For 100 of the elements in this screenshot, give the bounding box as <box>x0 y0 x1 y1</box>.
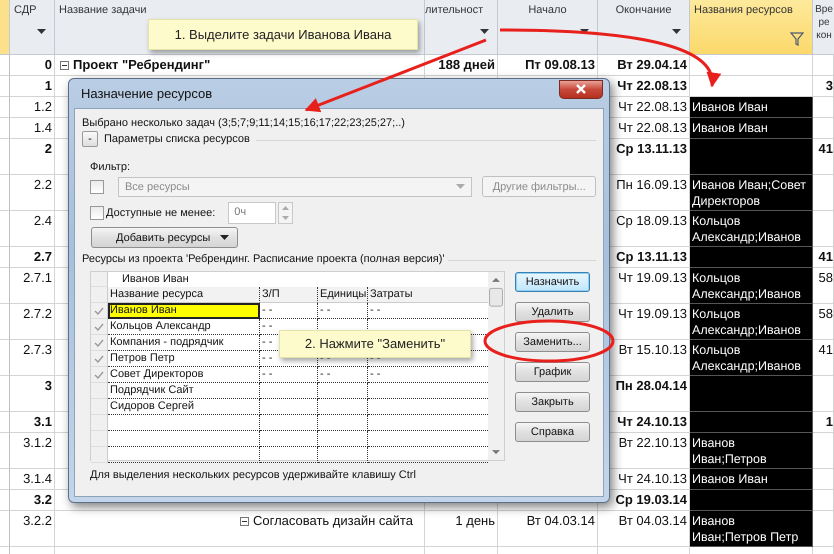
section-label: Параметры списка ресурсов <box>104 133 250 145</box>
table-cell: - - <box>318 367 368 383</box>
table-cell[interactable]: Кольцов Александр <box>108 319 260 335</box>
column-header[interactable]: Единицы <box>318 287 368 303</box>
table-cell: 3.1.4 <box>10 469 55 490</box>
table-cell[interactable] <box>690 490 813 511</box>
table-cell: Вт 29.04.14 <box>598 55 690 76</box>
table-cell: 2.4 <box>10 211 55 247</box>
row-header[interactable] <box>91 383 108 399</box>
table-cell: 3 <box>10 376 55 412</box>
table-cell <box>813 469 834 490</box>
dialog-button[interactable]: Назначить <box>515 272 590 292</box>
dialog-button[interactable]: Удалить <box>515 302 590 322</box>
table-cell[interactable]: Кольцов Александр;Иванов <box>690 304 813 340</box>
column-header[interactable]: Начало <box>498 0 598 54</box>
table-cell[interactable]: Иванов Иван;Петров <box>690 433 813 469</box>
row-header[interactable] <box>91 335 108 351</box>
row-header[interactable] <box>91 303 108 319</box>
table-cell <box>813 97 834 118</box>
table-cell[interactable] <box>690 139 813 175</box>
row-header[interactable] <box>0 139 10 175</box>
table-cell[interactable] <box>690 247 813 268</box>
row-header[interactable] <box>91 399 108 415</box>
table-cell: Пт 09.08.13 <box>498 55 598 76</box>
close-button[interactable] <box>559 80 603 98</box>
table-cell: 3.1.2 <box>10 433 55 469</box>
table-cell[interactable]: Кольцов Александр;Иванов <box>690 340 813 376</box>
dialog-button[interactable]: Справка <box>515 422 590 442</box>
table-cell: 3.2.2 <box>10 511 55 547</box>
dialog-button[interactable]: Заменить... <box>515 332 590 352</box>
row-header[interactable] <box>0 340 10 376</box>
table-cell: 58 <box>813 268 834 304</box>
table-cell[interactable]: Совет Директоров <box>108 367 260 383</box>
table-cell: 58 <box>813 304 834 340</box>
table-cell: 41 <box>813 340 834 376</box>
row-header[interactable] <box>0 304 10 340</box>
table-cell: 0 <box>10 55 55 76</box>
table-cell: 2 <box>10 139 55 175</box>
table-cell: - - <box>260 367 318 383</box>
table-cell: 1 <box>10 76 55 97</box>
table-cell[interactable] <box>690 376 813 412</box>
column-header[interactable]: Вре ре кон <box>813 0 834 54</box>
row-header[interactable] <box>91 367 108 383</box>
dialog-button[interactable]: Закрыть <box>515 392 590 412</box>
row-header[interactable] <box>0 118 10 139</box>
row-header[interactable] <box>0 268 10 304</box>
collapse-icon <box>60 61 69 70</box>
dialog-button[interactable]: График <box>515 362 590 382</box>
table-cell[interactable]: Компания - подрядчик <box>108 335 260 351</box>
table-cell[interactable]: Иванов Иван <box>690 118 813 139</box>
list-label: Ресурсы из проекта 'Ребрендинг. Расписание проекта (полная версия)' <box>82 253 444 265</box>
table-cell: 1 день <box>425 511 498 547</box>
row-header[interactable] <box>91 351 108 367</box>
column-header[interactable]: СДР <box>10 0 55 54</box>
task-name: Согласовать дизайн сайта <box>253 513 413 529</box>
table-cell[interactable]: Сидоров Сергей <box>108 399 260 415</box>
row-header[interactable] <box>0 247 10 268</box>
checkbox[interactable] <box>90 180 104 194</box>
hours-field[interactable]: 0ч <box>228 202 276 224</box>
table-cell[interactable]: Иванов Иван <box>690 97 813 118</box>
row-header[interactable] <box>0 97 10 118</box>
table-cell[interactable]: Кольцов Александр;Иванов <box>690 211 813 247</box>
row-header[interactable] <box>0 76 10 97</box>
row-header[interactable] <box>0 211 10 247</box>
row-header[interactable] <box>0 511 10 547</box>
row-header-corner[interactable] <box>0 0 10 54</box>
table-cell[interactable]: Петров Петр <box>108 351 260 367</box>
table-cell[interactable]: Кольцов Александр;Иванов <box>690 268 813 304</box>
column-title: лительност <box>425 4 484 16</box>
row-header[interactable] <box>0 412 10 433</box>
hint-text: Для выделения нескольких ресурсов удерживайте клавишу Ctrl <box>90 469 417 481</box>
checkbox[interactable] <box>90 206 104 220</box>
row-header[interactable] <box>0 175 10 211</box>
column-header[interactable]: Затраты <box>368 287 488 303</box>
toggle-button[interactable]: - <box>82 131 98 147</box>
column-title: Название задачи <box>59 4 147 16</box>
table-cell: Вт 04.03.14 <box>498 511 598 547</box>
table-cell[interactable]: Иванов Иван <box>690 469 813 490</box>
collapse-icon <box>240 517 249 526</box>
row-header[interactable] <box>0 376 10 412</box>
table-cell <box>813 175 834 211</box>
column-header[interactable]: З/П <box>260 287 318 303</box>
table-cell[interactable]: Подрядчик Сайт <box>108 383 260 399</box>
table-cell[interactable]: Иванов Иван <box>108 303 260 319</box>
table-cell[interactable] <box>690 412 813 433</box>
add-resources-button[interactable]: Добавить ресурсы <box>91 227 238 248</box>
table-cell <box>318 399 368 415</box>
table-cell <box>813 490 834 511</box>
table-cell: 188 дней <box>425 55 498 76</box>
row-header[interactable] <box>0 55 10 76</box>
column-header[interactable]: Название ресурса <box>108 287 260 303</box>
table-cell: 3.1 <box>10 412 55 433</box>
table-cell[interactable]: Иванов Иван;Совет Директоров <box>690 175 813 211</box>
row-header[interactable] <box>0 433 10 469</box>
table-cell[interactable]: Иванов Иван;Петров Петр <box>690 511 813 547</box>
row-header[interactable] <box>0 490 10 511</box>
row-header[interactable] <box>0 469 10 490</box>
column-header[interactable]: лительност <box>425 0 498 54</box>
column-header[interactable]: Названия ресурсов <box>690 0 813 54</box>
row-header[interactable] <box>91 319 108 335</box>
